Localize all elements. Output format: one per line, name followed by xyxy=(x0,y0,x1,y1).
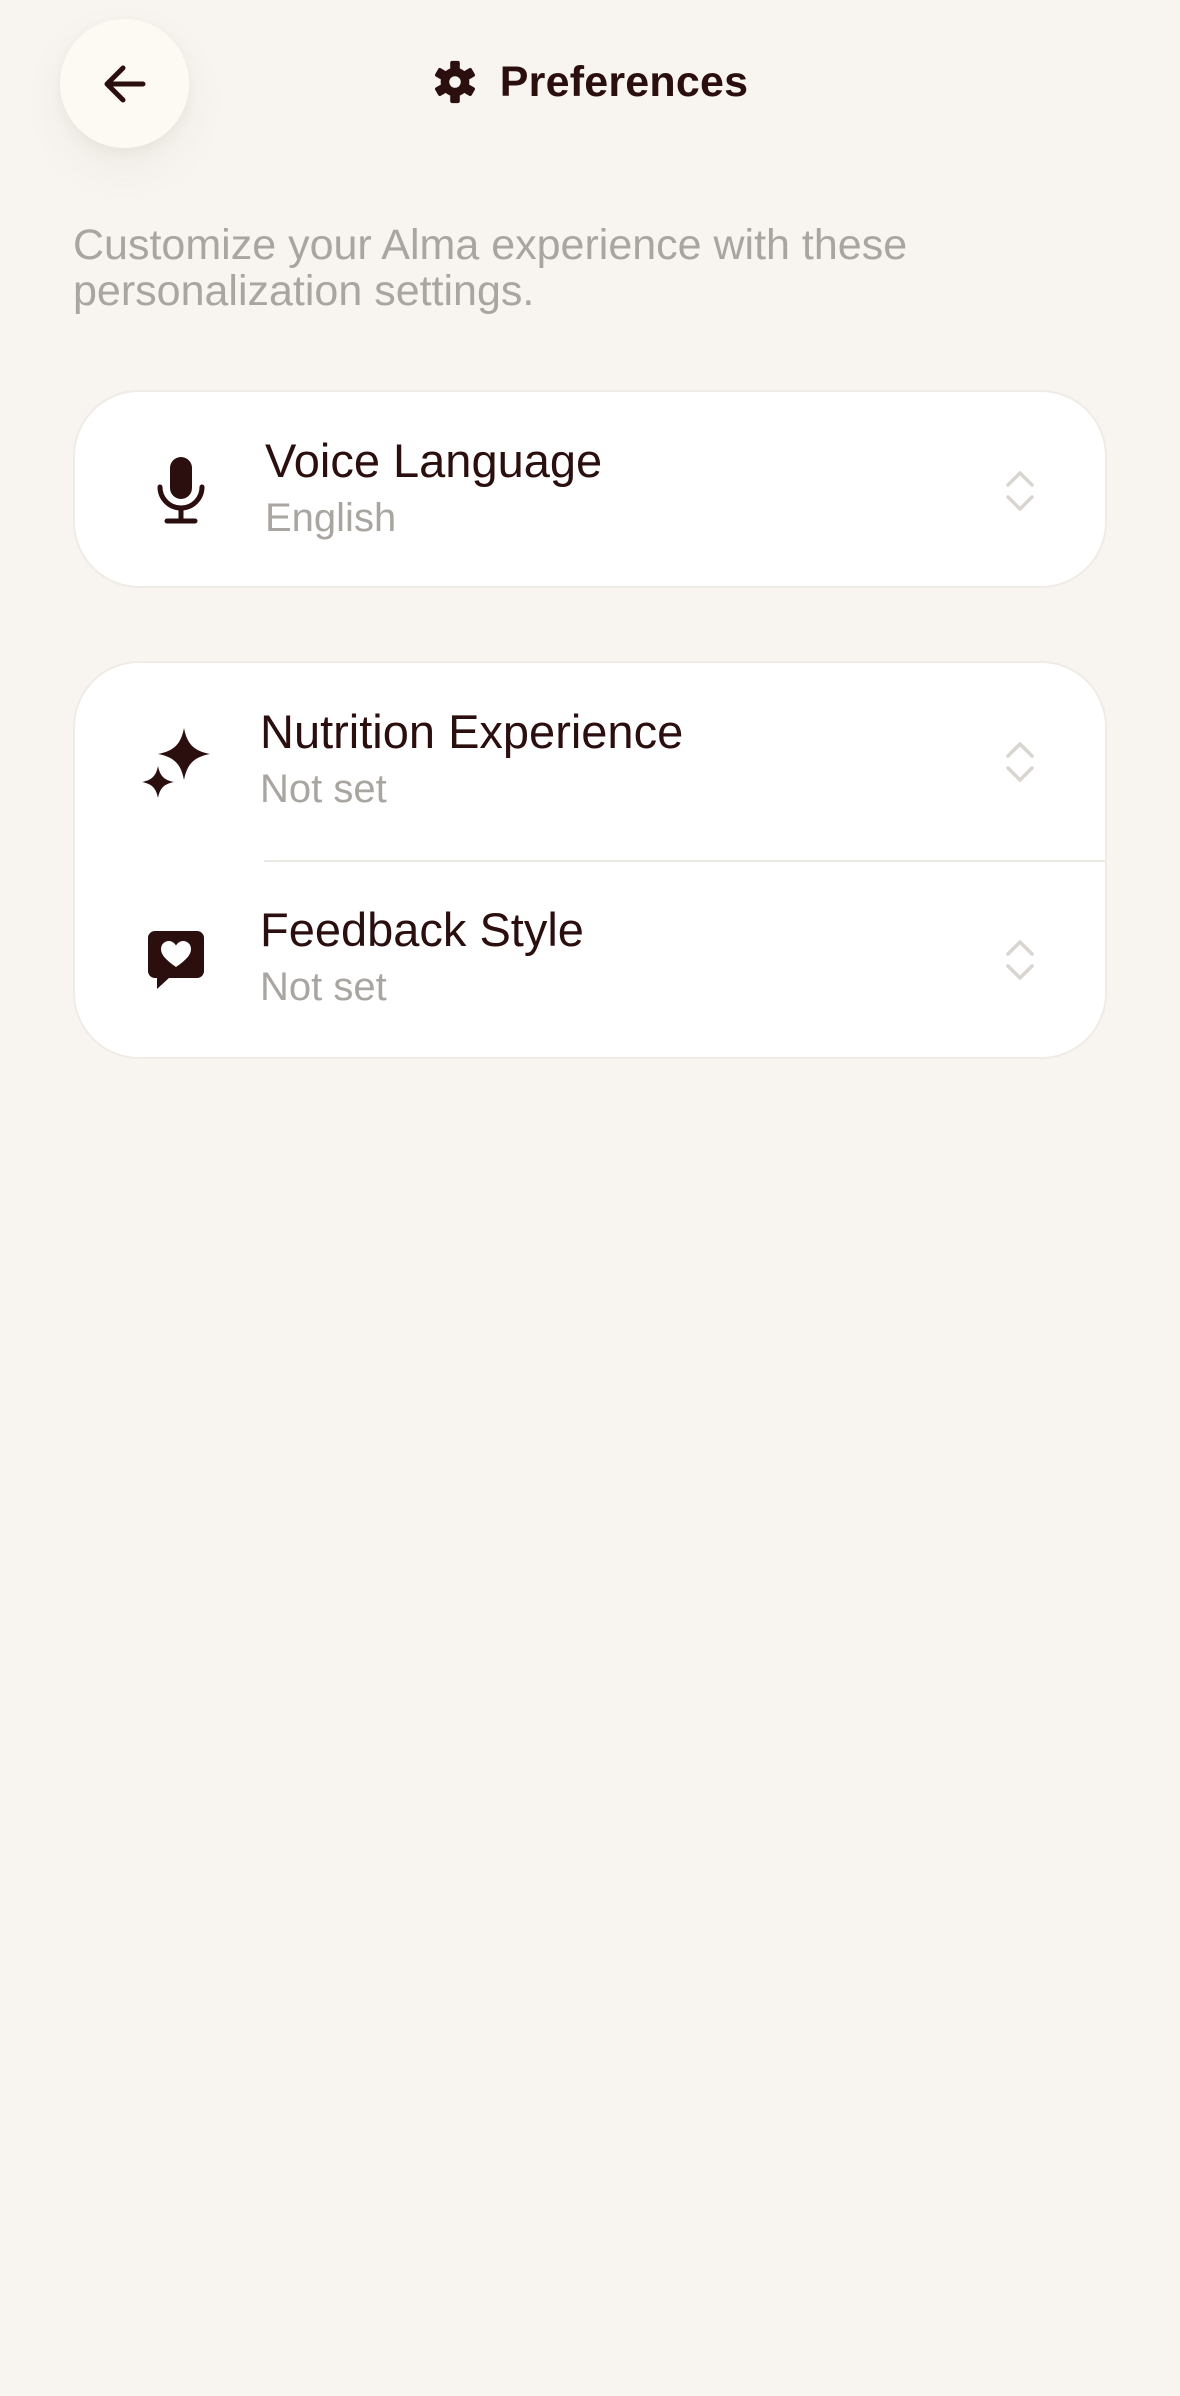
title-group: Preferences xyxy=(0,52,1180,112)
gear-icon xyxy=(434,60,475,104)
nutrition-experience-value: Not set xyxy=(260,767,387,811)
feedback-style-row[interactable]: Feedback Style Not set xyxy=(75,861,1105,1057)
voice-settings-card: Voice Language English xyxy=(73,390,1107,588)
microphone-icon xyxy=(145,455,217,527)
voice-language-label: Voice Language xyxy=(265,434,603,487)
feedback-style-label: Feedback Style xyxy=(260,903,584,956)
chat-heart-icon xyxy=(147,929,205,991)
experience-settings-card: Nutrition Experience Not set Feedback St… xyxy=(73,661,1107,1059)
preferences-screen: Preferences Customize your Alma experien… xyxy=(0,0,1180,2396)
sparkles-icon xyxy=(142,726,212,798)
chevron-up-down-icon xyxy=(1003,739,1037,785)
voice-language-value: English xyxy=(265,496,397,540)
page-description: Customize your Alma experience with thes… xyxy=(73,221,908,315)
feedback-style-value: Not set xyxy=(260,965,387,1009)
page-title: Preferences xyxy=(499,57,749,106)
chevron-up-down-icon xyxy=(1003,468,1037,514)
chevron-up-down-icon xyxy=(1003,937,1037,983)
header: Preferences xyxy=(0,0,1180,170)
nutrition-experience-label: Nutrition Experience xyxy=(260,705,684,758)
nutrition-experience-row[interactable]: Nutrition Experience Not set xyxy=(75,663,1105,861)
voice-language-row[interactable]: Voice Language English xyxy=(75,392,1105,586)
